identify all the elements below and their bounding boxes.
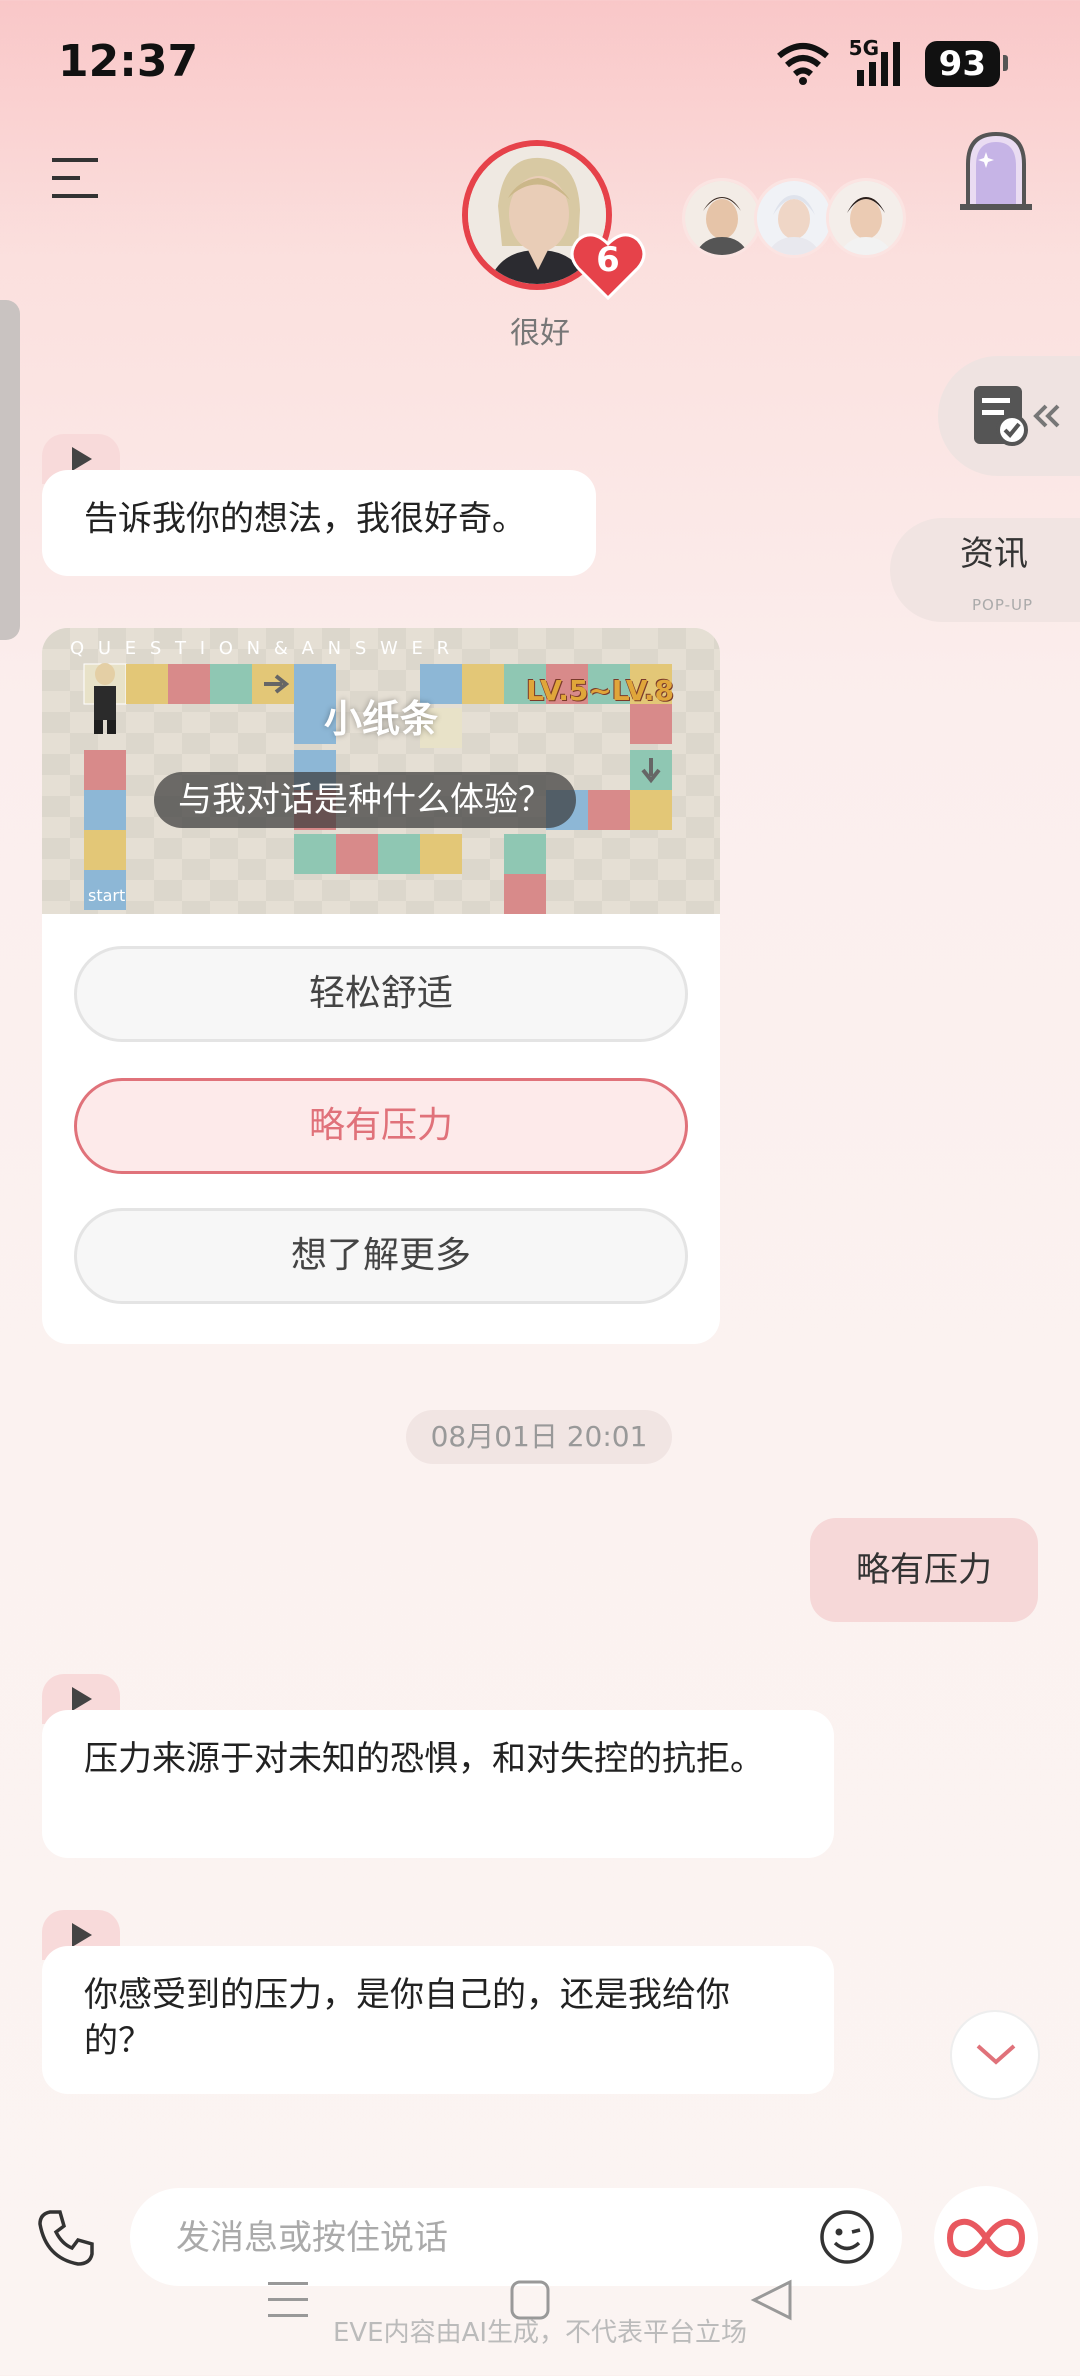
character-avatar-small[interactable] xyxy=(682,178,762,258)
quiz-board-image: Q U E S T I O N & A N S W E R 小纸条 LV.5~L… xyxy=(42,628,720,914)
news-tab-sublabel: POP-UP xyxy=(972,596,1034,614)
records-tab[interactable] xyxy=(938,356,1080,476)
message-input[interactable] xyxy=(174,2210,778,2266)
left-drawer-handle[interactable] xyxy=(0,300,20,640)
scroll-to-bottom-button[interactable] xyxy=(950,2010,1040,2100)
mirror-icon[interactable] xyxy=(956,128,1036,212)
chevron-down-icon xyxy=(976,2044,1016,2065)
battery-indicator: 93 xyxy=(924,41,1009,87)
infinity-button[interactable] xyxy=(934,2186,1038,2290)
character-message: 压力来源于对未知的恐惧，和对失控的抗拒。 xyxy=(42,1710,834,1858)
emoji-icon[interactable] xyxy=(818,2208,876,2266)
play-icon xyxy=(72,1923,92,1947)
infinity-icon xyxy=(946,2218,1026,2258)
quiz-level: LV.5~LV.8 xyxy=(526,674,674,707)
mood-status: 很好 xyxy=(510,316,570,351)
phone-icon[interactable] xyxy=(36,2208,96,2268)
ai-disclaimer: EVE内容由AI生成，不代表平台立场 xyxy=(332,2318,748,2348)
quiz-card: Q U E S T I O N & A N S W E R 小纸条 LV.5~L… xyxy=(42,628,720,1344)
document-check-icon xyxy=(974,386,1060,446)
quiz-option[interactable]: 想了解更多 xyxy=(74,1208,688,1304)
menu-icon[interactable] xyxy=(52,156,102,200)
message-timestamp: 08月01日 20:01 xyxy=(406,1410,672,1464)
user-message: 略有压力 xyxy=(810,1518,1038,1622)
affection-level: 6 xyxy=(596,240,620,280)
quiz-question: 与我对话是种什么体验？ xyxy=(154,772,576,828)
character-message: 你感受到的压力，是你自己的，还是我给你的？ xyxy=(42,1946,834,2094)
character-avatar-small[interactable] xyxy=(826,178,906,258)
other-characters[interactable] xyxy=(682,178,906,258)
news-tab-label: 资讯 xyxy=(960,534,1028,574)
start-label: start xyxy=(88,886,126,905)
character-message: 告诉我你的想法，我很好奇。 xyxy=(42,470,596,576)
quiz-option[interactable]: 轻松舒适 xyxy=(74,946,688,1042)
character-avatar-small[interactable] xyxy=(754,178,834,258)
status-time: 12:37 xyxy=(58,36,199,87)
play-icon xyxy=(72,447,92,471)
wifi-icon xyxy=(776,43,829,85)
status-icons: 5G 93 xyxy=(775,36,1009,92)
quiz-option-selected[interactable]: 略有压力 xyxy=(74,1078,688,1174)
message-input-box[interactable] xyxy=(130,2188,902,2286)
cellular-icon: 5G xyxy=(849,36,907,88)
quiz-banner-letters: Q U E S T I O N & A N S W E R xyxy=(70,638,454,659)
play-icon xyxy=(72,1687,92,1711)
